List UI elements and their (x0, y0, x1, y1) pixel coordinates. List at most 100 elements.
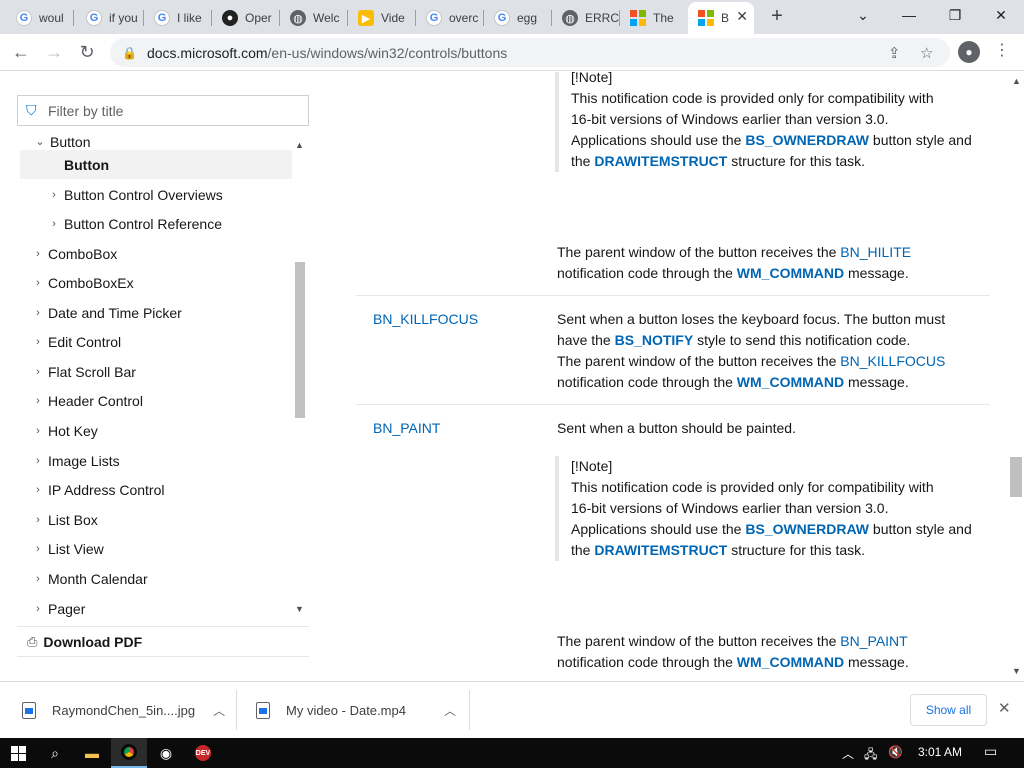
bs-ownerdraw-link[interactable]: BS_OWNERDRAW (745, 132, 869, 148)
start-button[interactable] (0, 738, 36, 768)
wm-command-link[interactable]: WM_COMMAND (737, 265, 844, 281)
browser-tab[interactable]: ◍ Welc (280, 4, 348, 32)
toc-item-button-control-reference[interactable]: › Button Control Reference (20, 209, 292, 238)
filter-input[interactable]: ⛉ Filter by title (17, 95, 309, 126)
obs-icon[interactable]: ◉ (148, 738, 184, 768)
drawitemstruct-link[interactable]: DRAWITEMSTRUCT (594, 542, 727, 558)
minimize-icon[interactable]: — (886, 0, 932, 30)
close-window-icon[interactable]: ✕ (978, 0, 1024, 30)
browser-tab[interactable]: G overc (416, 4, 484, 32)
back-icon[interactable]: ← (8, 39, 34, 65)
chevron-up-icon[interactable]: ︿ (444, 702, 456, 719)
tab-strip: G woul G if you G I like ● Oper ◍ Welc ▶… (0, 0, 1024, 34)
download-item[interactable]: RaymondChen_5in....jpg ︿ (22, 682, 225, 739)
toc-item-list-box[interactable]: › List Box (20, 505, 292, 534)
browser-tab[interactable]: ◍ ERRC (552, 4, 620, 32)
wm-command-link[interactable]: WM_COMMAND (737, 654, 844, 670)
url-host: docs.microsoft.com (146, 44, 268, 61)
new-tab-icon[interactable]: + (765, 5, 789, 28)
chevron-right-icon: › (36, 454, 40, 467)
toc-item-header-control[interactable]: › Header Control (20, 386, 292, 415)
bookmark-star-icon[interactable]: ☆ (920, 44, 933, 62)
toc-item-list-view[interactable]: › List View (20, 534, 292, 563)
toc-item-comboboxex[interactable]: › ComboBoxEx (20, 268, 292, 297)
search-icon[interactable]: ⌕ (37, 738, 73, 768)
chevron-right-icon: › (36, 513, 40, 526)
toc-item-hot-key[interactable]: › Hot Key (20, 416, 292, 445)
notifications-icon[interactable]: ▭ (984, 743, 997, 760)
bs-notify-link[interactable]: BS_NOTIFY (615, 332, 694, 348)
chevron-right-icon: › (36, 572, 40, 585)
browser-tab-active[interactable]: B ✕ (688, 2, 754, 34)
forward-icon[interactable]: → (41, 39, 67, 65)
volume-muted-icon[interactable]: 🔇 (888, 745, 903, 759)
clock[interactable]: 3:01 AM (918, 745, 962, 759)
toc-item-pager[interactable]: › Pager (20, 594, 292, 623)
microsoft-icon (630, 10, 646, 26)
toc-item-ip-address-control[interactable]: › IP Address Control (20, 475, 292, 504)
close-icon[interactable]: ✕ (998, 699, 1011, 717)
scroll-down-icon[interactable]: ▼ (295, 604, 304, 614)
close-tab-icon[interactable]: ✕ (736, 8, 748, 25)
download-item[interactable]: My video - Date.mp4 ︿ (256, 682, 456, 739)
profile-avatar-icon[interactable]: ● (958, 41, 980, 63)
chrome-icon[interactable] (111, 738, 147, 768)
browser-menu-icon[interactable]: ⋮ (994, 40, 1010, 60)
drawitemstruct-link[interactable]: DRAWITEMSTRUCT (594, 153, 727, 169)
hilite-paragraph: The parent window of the button receives… (557, 244, 912, 281)
scroll-down-icon[interactable]: ▼ (1012, 666, 1021, 676)
row-divider (356, 295, 990, 296)
browser-tab[interactable]: ▶ Vide (348, 4, 416, 32)
toc-item-button-selected[interactable]: Button (20, 150, 292, 179)
bn-killfocus-term[interactable]: BN_KILLFOCUS (373, 309, 478, 330)
page-scrollbar-thumb[interactable] (1010, 457, 1022, 497)
page-scrollbar[interactable]: ▲ ▼ (1008, 72, 1024, 680)
address-bar[interactable]: 🔒 docs.microsoft.com/en-us/windows/win32… (110, 38, 950, 67)
toc-item-combobox[interactable]: › ComboBox (20, 239, 292, 268)
pdf-icon: ⎙ (27, 633, 38, 649)
toc-item-flat-scroll-bar[interactable]: › Flat Scroll Bar (20, 357, 292, 386)
bn-paint-term[interactable]: BN_PAINT (373, 418, 440, 439)
google-icon: G (86, 10, 102, 26)
toc-item-image-lists[interactable]: › Image Lists (20, 446, 292, 475)
restore-icon[interactable]: ❐ (932, 0, 978, 30)
chevron-up-icon[interactable]: ︿ (842, 745, 854, 762)
toc-item-date-time-picker[interactable]: › Date and Time Picker (20, 298, 292, 327)
toc-item-month-calendar[interactable]: › Month Calendar (20, 564, 292, 593)
scroll-up-icon[interactable]: ▲ (295, 140, 304, 150)
toc-list: ⌄ Button Button › Button Control Overviews… (20, 134, 292, 624)
chevron-right-icon: › (36, 276, 40, 289)
image-file-icon (22, 702, 36, 719)
devcpp-icon[interactable]: DEV (185, 738, 221, 768)
reload-icon[interactable]: ↻ (74, 39, 100, 65)
toc-scrollbar[interactable]: ▲ ▼ (293, 134, 307, 622)
chevron-right-icon: › (36, 306, 40, 319)
google-icon: G (494, 10, 510, 26)
toc-item-edit-control[interactable]: › Edit Control (20, 327, 292, 356)
file-explorer-icon[interactable]: ▬ (74, 738, 110, 768)
chevron-up-icon[interactable]: ︿ (213, 702, 225, 719)
globe-icon: ◍ (562, 10, 578, 26)
note-callout: [!Note] This notification code is provid… (555, 72, 985, 172)
row-divider (356, 404, 990, 405)
browser-tab[interactable]: The (620, 4, 686, 32)
scroll-up-icon[interactable]: ▲ (1012, 76, 1021, 86)
tab-search-icon[interactable]: ⌄ (840, 0, 886, 30)
browser-tab[interactable]: G egg (484, 4, 552, 32)
wm-command-link[interactable]: WM_COMMAND (737, 374, 844, 390)
share-icon[interactable]: ⇪ (888, 44, 901, 62)
chevron-right-icon: › (36, 335, 40, 348)
toc-scrollbar-thumb[interactable] (295, 262, 305, 418)
download-bar: RaymondChen_5in....jpg ︿ My video - Date… (0, 681, 1024, 738)
toc-item-button-control-overviews[interactable]: › Button Control Overviews (20, 180, 292, 209)
download-pdf-link[interactable]: ⎙ Download PDF (17, 626, 309, 657)
browser-tab[interactable]: G I like (144, 4, 212, 32)
chevron-right-icon: › (52, 188, 56, 201)
browser-tab[interactable]: ● Oper (212, 4, 280, 32)
chevron-right-icon: › (36, 602, 40, 615)
bs-ownerdraw-link[interactable]: BS_OWNERDRAW (745, 521, 869, 537)
network-icon[interactable]: 🖧 (864, 745, 877, 766)
browser-tab[interactable]: G woul (6, 4, 74, 32)
show-all-button[interactable]: Show all (910, 694, 987, 726)
browser-tab[interactable]: G if you (76, 4, 144, 32)
